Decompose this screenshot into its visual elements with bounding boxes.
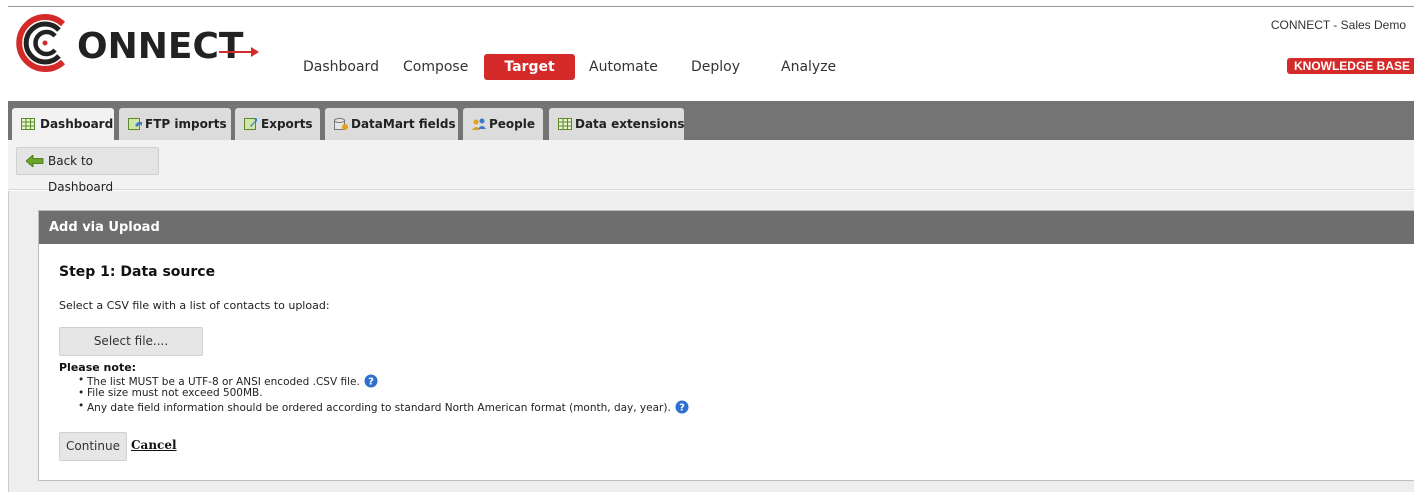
svg-text:?: ? [679,403,685,414]
nav-dashboard[interactable]: Dashboard [303,54,379,80]
step-title: Step 1: Data source [59,264,216,280]
table-icon [21,118,35,130]
tab-label: Exports [261,117,313,131]
app-header: ONNECT Dashboard Compose Target Automate… [0,0,1414,101]
continue-button[interactable]: Continue [59,432,127,461]
back-arrow-icon [26,155,44,167]
account-label[interactable]: CONNECT - Sales Demo [1271,18,1406,32]
svg-text:?: ? [368,377,374,388]
list-item: Any date field information should be ord… [78,400,689,414]
content-area: Add via Upload Step 1: Data source Selec… [8,191,1414,492]
tab-label: DataMart fields [351,117,456,131]
cancel-link[interactable]: Cancel [131,438,177,452]
nav-target[interactable]: Target [484,54,575,80]
knowledge-base-button[interactable]: KNOWLEDGE BASE [1287,58,1414,74]
tab-datamart-fields[interactable]: DataMart fields [325,108,458,140]
back-label: Back to Dashboard [48,154,114,194]
tab-label: FTP imports [145,117,227,131]
list-item: The list MUST be a UTF-8 or ANSI encoded… [78,374,689,388]
tab-bar: Dashboard FTP imports Exports DataMart f… [8,101,1414,140]
note-text: Any date field information should be ord… [87,402,671,414]
import-icon [128,118,142,130]
tab-label: Data extensions [575,117,685,131]
tab-exports[interactable]: Exports [235,108,320,140]
people-icon [472,118,486,130]
sub-toolbar: Back to Dashboard [8,140,1414,194]
upload-description: Select a CSV file with a list of contact… [59,299,330,312]
nav-deploy[interactable]: Deploy [691,54,740,80]
tab-data-extensions[interactable]: Data extensions [549,108,685,140]
note-text: File size must not exceed 500MB. [87,387,263,399]
header-top-line [8,6,1414,7]
upload-panel: Add via Upload Step 1: Data source Selec… [38,210,1414,481]
help-icon[interactable]: ? [675,400,689,414]
notes-list: The list MUST be a UTF-8 or ANSI encoded… [78,374,689,414]
tab-dashboard[interactable]: Dashboard [12,108,114,140]
tab-label: Dashboard [40,117,114,131]
help-icon[interactable]: ? [364,374,378,388]
export-icon [244,118,257,130]
tab-ftp-imports[interactable]: FTP imports [119,108,231,140]
tab-label: People [489,117,536,131]
tab-people[interactable]: People [463,108,543,140]
main-nav: Dashboard Compose Target Automate Deploy… [0,54,900,80]
nav-automate[interactable]: Automate [589,54,658,80]
nav-analyze[interactable]: Analyze [781,54,836,80]
select-file-button[interactable]: Select file.... [59,327,203,356]
list-item: File size must not exceed 500MB. [78,387,689,400]
panel-title: Add via Upload [39,211,1414,244]
back-to-dashboard-button[interactable]: Back to Dashboard [16,147,159,194]
note-label: Please note: [59,361,137,374]
table-icon [558,118,572,130]
nav-compose[interactable]: Compose [403,54,468,80]
database-icon [334,118,348,130]
